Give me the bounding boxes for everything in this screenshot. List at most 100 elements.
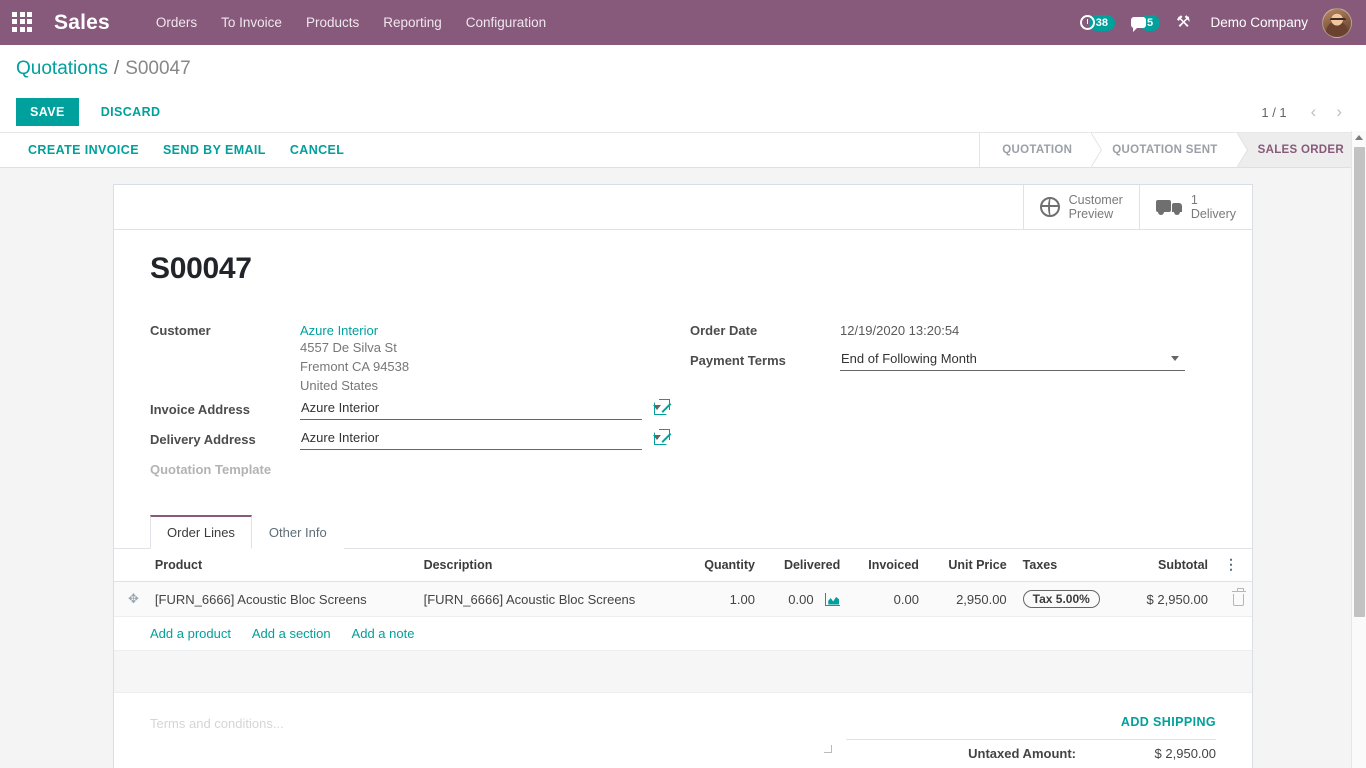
status-step-quotation[interactable]: QUOTATION — [980, 132, 1103, 168]
vertical-scrollbar[interactable] — [1351, 131, 1366, 768]
form-column-right: Order Date 12/19/2020 13:20:54 Payment T… — [690, 318, 1216, 487]
messages-menu[interactable]: 5 — [1125, 11, 1166, 35]
main-menu: Orders To Invoice Products Reporting Con… — [144, 9, 558, 36]
column-options-icon[interactable]: ⋮ — [1224, 557, 1238, 571]
add-a-note-link[interactable]: Add a note — [352, 626, 415, 641]
cell-taxes[interactable]: Tax 5.00% — [1014, 581, 1125, 617]
customer-value-block: Azure Interior 4557 De Silva St Fremont … — [300, 318, 409, 395]
add-links-cell: Add a product Add a section Add a note — [114, 616, 1252, 651]
menu-to-invoice[interactable]: To Invoice — [209, 9, 294, 36]
cell-subtotal: $ 2,950.00 — [1124, 581, 1216, 617]
delete-row-icon[interactable] — [1231, 588, 1246, 606]
cell-description[interactable]: [FURN_6666] Acoustic Bloc Screens — [415, 581, 685, 617]
navbar-right: 38 5 ⚒ Demo Company — [1074, 7, 1356, 38]
record-sheet: Customer Preview 1 Delivery S00047 Custo… — [113, 184, 1253, 768]
tab-other-info[interactable]: Other Info — [251, 515, 344, 549]
status-step-sales-order[interactable]: SALES ORDER — [1235, 133, 1366, 167]
tab-order-lines[interactable]: Order Lines — [150, 515, 252, 549]
table-row[interactable]: ✥ [FURN_6666] Acoustic Bloc Screens [FUR… — [114, 581, 1252, 617]
customer-address-line-2: Fremont CA 94538 — [300, 359, 410, 374]
activities-menu[interactable]: 38 — [1074, 11, 1121, 35]
breadcrumb-quotations[interactable]: Quotations — [16, 58, 108, 80]
terms-and-conditions-field[interactable]: Terms and conditions... — [150, 715, 846, 768]
cell-product[interactable]: [FURN_6666] Acoustic Bloc Screens — [146, 581, 416, 617]
breadcrumb: Quotations / S00047 — [0, 45, 1366, 92]
totals-area: Terms and conditions... ADD SHIPPING Unt… — [114, 693, 1252, 768]
customer-label: Customer — [150, 323, 211, 338]
globe-icon — [1039, 197, 1060, 217]
debug-tools-menu[interactable]: ⚒ — [1170, 11, 1196, 35]
invoice-address-external-link-icon[interactable] — [654, 399, 670, 415]
discard-button[interactable]: DISCARD — [87, 98, 175, 126]
pager-count: 1 / 1 — [1261, 104, 1287, 120]
send-by-email-button[interactable]: SEND BY EMAIL — [151, 137, 278, 163]
user-avatar[interactable] — [1322, 7, 1352, 38]
add-shipping-button[interactable]: ADD SHIPPING — [846, 715, 1216, 739]
column-quantity: Quantity — [684, 549, 763, 582]
smart-button-customer-preview-line1: Customer — [1068, 193, 1123, 207]
smart-button-customer-preview[interactable]: Customer Preview — [1022, 185, 1139, 229]
top-navbar: Sales Orders To Invoice Products Reporti… — [0, 0, 1366, 45]
delivery-address-external-link-icon[interactable] — [654, 429, 670, 445]
save-button[interactable]: SAVE — [16, 98, 79, 126]
invoice-address-control — [300, 397, 670, 420]
field-customer: Customer Azure Interior 4557 De Silva St… — [150, 318, 690, 395]
invoice-address-input[interactable] — [300, 397, 642, 420]
menu-orders[interactable]: Orders — [144, 9, 209, 36]
cell-row-delete — [1216, 581, 1252, 617]
column-options: ⋮ — [1216, 549, 1252, 582]
column-invoiced: Invoiced — [848, 549, 927, 582]
order-lines-header: Product Description Quantity Delivered I… — [114, 549, 1252, 582]
create-invoice-button[interactable]: CREATE INVOICE — [16, 137, 151, 163]
column-taxes: Taxes — [1014, 549, 1125, 582]
column-delivered: Delivered — [762, 549, 849, 582]
quotation-template-label: Quotation Template — [150, 462, 272, 477]
cancel-button[interactable]: CANCEL — [278, 137, 356, 163]
breadcrumb-separator: / — [113, 57, 120, 79]
table-spacer-row — [114, 650, 1252, 693]
cell-delivered[interactable]: 0.00 — [762, 581, 849, 617]
pager: 1 / 1 ‹ › — [1261, 100, 1350, 124]
menu-configuration[interactable]: Configuration — [454, 9, 558, 36]
pager-previous-button[interactable]: ‹ — [1303, 100, 1325, 124]
scroll-up-arrow-icon[interactable] — [1355, 135, 1363, 140]
customer-address-line-1: 4557 De Silva St — [300, 340, 397, 355]
table-header-row: Product Description Quantity Delivered I… — [114, 549, 1252, 582]
company-switcher[interactable]: Demo Company — [1200, 15, 1318, 30]
form-column-left: Customer Azure Interior 4557 De Silva St… — [150, 318, 690, 487]
cell-invoiced[interactable]: 0.00 — [848, 581, 927, 617]
clock-icon — [1079, 15, 1095, 30]
apps-grid-icon[interactable] — [12, 11, 34, 34]
scrollbar-thumb[interactable] — [1354, 147, 1365, 617]
smart-button-delivery-count: 1 — [1190, 193, 1198, 207]
action-statusbar-row: CREATE INVOICE SEND BY EMAIL CANCEL QUOT… — [0, 132, 1366, 168]
terms-placeholder: Terms and conditions... — [150, 716, 284, 731]
totals-table: Untaxed Amount: $ 2,950.00 Taxes: $ 147.… — [846, 739, 1216, 768]
customer-address-line-3: United States — [300, 378, 379, 393]
truck-icon — [1155, 199, 1182, 215]
menu-reporting[interactable]: Reporting — [371, 9, 454, 36]
order-date-value[interactable]: 12/19/2020 13:20:54 — [840, 318, 959, 338]
record-control-panel: SAVE DISCARD 1 / 1 ‹ › — [0, 92, 1366, 132]
cell-unit-price[interactable]: 2,950.00 — [926, 581, 1015, 617]
column-subtotal: Subtotal — [1124, 549, 1216, 582]
payment-terms-input[interactable] — [840, 348, 1185, 371]
cell-quantity[interactable]: 1.00 — [684, 581, 763, 617]
wrench-icon: ⚒ — [1176, 13, 1191, 31]
drag-handle-icon[interactable]: ✥ — [128, 591, 139, 606]
column-description: Description — [415, 549, 685, 582]
terms-resize-handle[interactable] — [824, 745, 832, 753]
app-brand-sales[interactable]: Sales — [54, 11, 110, 35]
menu-products[interactable]: Products — [294, 9, 371, 36]
smart-button-delivery[interactable]: 1 Delivery — [1138, 185, 1252, 229]
field-quotation-template: Quotation Template — [150, 457, 690, 485]
delivery-address-input[interactable] — [300, 427, 642, 450]
pager-next-button[interactable]: › — [1328, 100, 1350, 124]
customer-link[interactable]: Azure Interior — [300, 318, 409, 338]
add-a-product-link[interactable]: Add a product — [150, 626, 231, 641]
payment-terms-label: Payment Terms — [690, 353, 786, 368]
status-bar: QUOTATION QUOTATION SENT SALES ORDER — [979, 132, 1366, 168]
delivered-chart-icon[interactable] — [825, 592, 841, 606]
status-step-quotation-sent[interactable]: QUOTATION SENT — [1090, 132, 1249, 168]
add-a-section-link[interactable]: Add a section — [252, 626, 331, 641]
